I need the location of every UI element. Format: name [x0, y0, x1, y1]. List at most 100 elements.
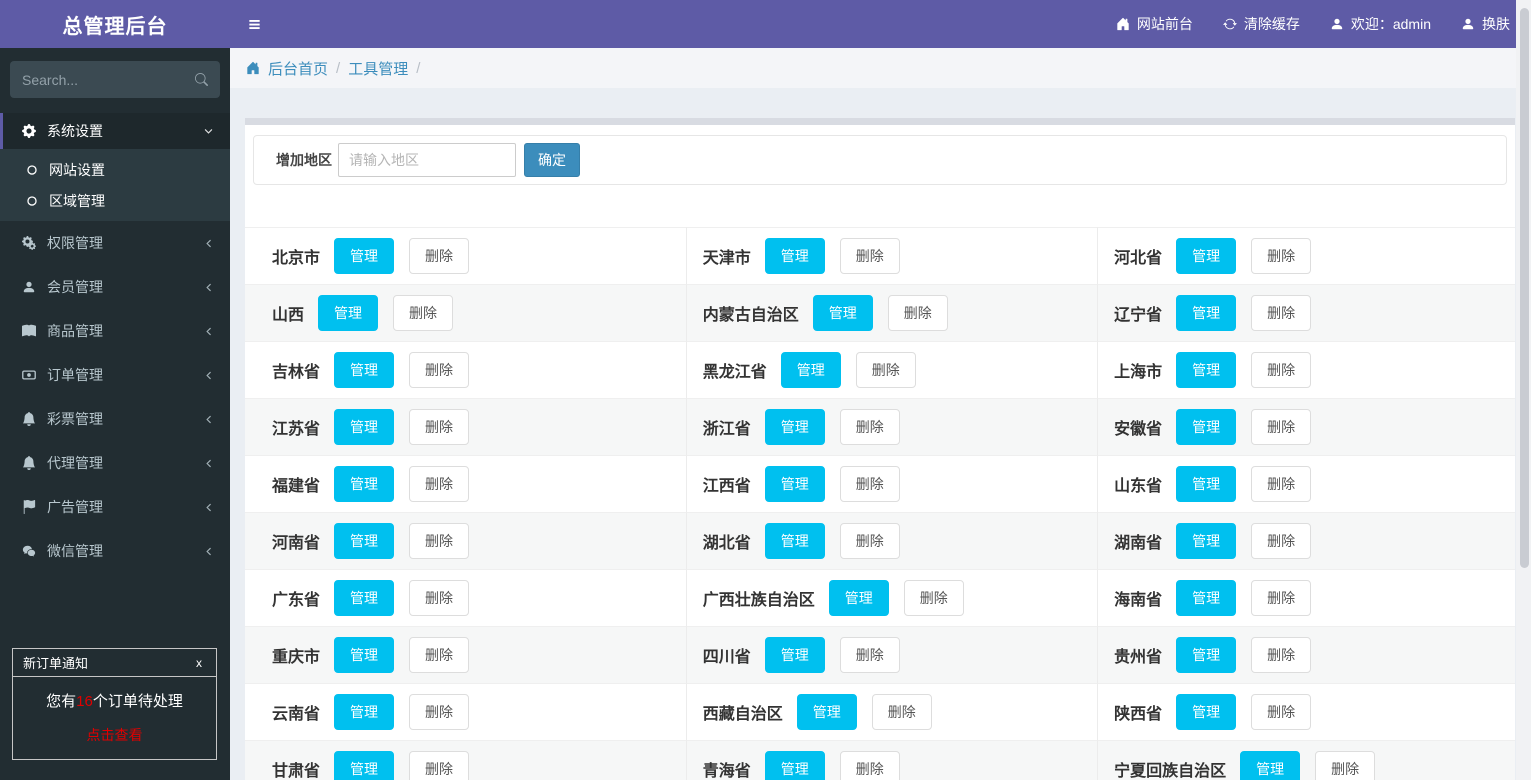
topbar-link-clear-cache[interactable]: 清除缓存: [1208, 0, 1315, 48]
delete-button[interactable]: 删除: [839, 637, 900, 673]
delete-button[interactable]: 删除: [871, 694, 932, 730]
delete-button[interactable]: 删除: [409, 751, 470, 780]
manage-button[interactable]: 管理: [334, 580, 395, 616]
sidebar-item-lottery-management[interactable]: 彩票管理: [0, 397, 230, 441]
manage-button[interactable]: 管理: [1176, 409, 1237, 445]
manage-button[interactable]: 管理: [1176, 523, 1237, 559]
delete-button[interactable]: 删除: [839, 466, 900, 502]
delete-button[interactable]: 删除: [1251, 523, 1312, 559]
manage-button[interactable]: 管理: [764, 637, 825, 673]
region-name: 江西省: [702, 478, 751, 495]
manage-button[interactable]: 管理: [1176, 295, 1237, 331]
delete-button[interactable]: 删除: [1251, 694, 1312, 730]
sidebar-subitem-region-settings[interactable]: 区域管理: [0, 185, 230, 216]
manage-button[interactable]: 管理: [1176, 352, 1237, 388]
delete-button[interactable]: 删除: [1251, 409, 1312, 445]
region-row-cell: 内蒙古自治区 管理 删除: [685, 284, 1098, 341]
scrollbar[interactable]: [1516, 0, 1531, 780]
breadcrumb-link-home[interactable]: 后台首页: [268, 58, 328, 79]
scrollbar-thumb[interactable]: [1520, 8, 1529, 568]
manage-button[interactable]: 管理: [334, 466, 395, 502]
notification-close-button[interactable]: x: [192, 656, 206, 670]
region-name: 广西壮族自治区: [702, 592, 815, 609]
delete-button[interactable]: 删除: [1251, 238, 1312, 274]
pending-order-count: 16: [76, 693, 93, 710]
manage-button[interactable]: 管理: [334, 637, 395, 673]
sidebar-item-permission-management[interactable]: 权限管理: [0, 221, 230, 265]
region-name: 西藏自治区: [702, 706, 783, 723]
sidebar-item-system-settings[interactable]: 系统设置: [0, 113, 230, 149]
confirm-button[interactable]: 确定: [524, 143, 580, 177]
region-name: 湖南省: [1114, 535, 1163, 552]
manage-button[interactable]: 管理: [1176, 238, 1237, 274]
manage-button[interactable]: 管理: [1176, 694, 1237, 730]
view-orders-link[interactable]: 点击查看: [13, 725, 216, 745]
manage-button[interactable]: 管理: [318, 295, 379, 331]
sidebar-subitem-site-settings[interactable]: 网站设置: [0, 154, 230, 185]
sidebar-toggle-button[interactable]: [230, 0, 278, 48]
delete-button[interactable]: 删除: [1251, 637, 1312, 673]
manage-button[interactable]: 管理: [1176, 637, 1237, 673]
manage-button[interactable]: 管理: [1240, 751, 1301, 780]
manage-button[interactable]: 管理: [334, 238, 395, 274]
delete-button[interactable]: 删除: [903, 580, 964, 616]
delete-button[interactable]: 删除: [1251, 295, 1312, 331]
manage-button[interactable]: 管理: [334, 523, 395, 559]
sidebar-item-wechat-management[interactable]: 微信管理: [0, 529, 230, 573]
manage-button[interactable]: 管理: [764, 523, 825, 559]
delete-button[interactable]: 删除: [1251, 352, 1312, 388]
manage-button[interactable]: 管理: [1176, 466, 1237, 502]
manage-button[interactable]: 管理: [764, 751, 825, 780]
manage-button[interactable]: 管理: [334, 751, 395, 780]
sidebar-item-order-management[interactable]: 订单管理: [0, 353, 230, 397]
breadcrumb-link-tools[interactable]: 工具管理: [348, 58, 408, 79]
region-row-cell: 江西省 管理 删除: [685, 455, 1098, 512]
notification-text: 个订单待处理: [92, 693, 183, 710]
user-icon: [23, 281, 34, 293]
manage-button[interactable]: 管理: [334, 694, 395, 730]
delete-button[interactable]: 删除: [839, 238, 900, 274]
search-icon-button[interactable]: [195, 73, 208, 86]
topbar-link-change-skin[interactable]: 换肤: [1446, 0, 1525, 48]
manage-button[interactable]: 管理: [764, 238, 825, 274]
sidebar-item-agent-management[interactable]: 代理管理: [0, 441, 230, 485]
delete-button[interactable]: 删除: [887, 295, 948, 331]
topbar-link-welcome[interactable]: 欢迎：admin: [1315, 0, 1446, 48]
delete-button[interactable]: 删除: [409, 466, 470, 502]
delete-button[interactable]: 删除: [855, 352, 916, 388]
delete-button[interactable]: 删除: [409, 694, 470, 730]
topbar-link-site-front[interactable]: 网站前台: [1101, 0, 1208, 48]
manage-button[interactable]: 管理: [796, 694, 857, 730]
delete-button[interactable]: 删除: [409, 238, 470, 274]
manage-button[interactable]: 管理: [334, 409, 395, 445]
delete-button[interactable]: 删除: [1315, 751, 1376, 780]
delete-button[interactable]: 删除: [1251, 580, 1312, 616]
manage-button[interactable]: 管理: [812, 295, 873, 331]
manage-button[interactable]: 管理: [780, 352, 841, 388]
region-name: 内蒙古自治区: [702, 307, 799, 324]
region-input[interactable]: [338, 143, 516, 177]
manage-button[interactable]: 管理: [764, 409, 825, 445]
notification-body: 您有16个订单待处理 点击查看: [13, 677, 216, 759]
delete-button[interactable]: 删除: [409, 523, 470, 559]
delete-button[interactable]: 删除: [393, 295, 454, 331]
delete-button[interactable]: 删除: [1251, 466, 1312, 502]
sidebar-item-product-management[interactable]: 商品管理: [0, 309, 230, 353]
delete-button[interactable]: 删除: [839, 523, 900, 559]
manage-button[interactable]: 管理: [764, 466, 825, 502]
delete-button[interactable]: 删除: [409, 637, 470, 673]
delete-button[interactable]: 删除: [409, 352, 470, 388]
region-row-cell: 天津市 管理 删除: [685, 227, 1098, 284]
sidebar-item-member-management[interactable]: 会员管理: [0, 265, 230, 309]
delete-button[interactable]: 删除: [409, 580, 470, 616]
chevron-left-icon: [206, 503, 211, 511]
manage-button[interactable]: 管理: [1176, 580, 1237, 616]
sidebar-subitem-label: 网站设置: [49, 161, 105, 178]
manage-button[interactable]: 管理: [828, 580, 889, 616]
search-input[interactable]: [22, 71, 195, 88]
delete-button[interactable]: 删除: [839, 751, 900, 780]
delete-button[interactable]: 删除: [409, 409, 470, 445]
delete-button[interactable]: 删除: [839, 409, 900, 445]
sidebar-item-ad-management[interactable]: 广告管理: [0, 485, 230, 529]
manage-button[interactable]: 管理: [334, 352, 395, 388]
